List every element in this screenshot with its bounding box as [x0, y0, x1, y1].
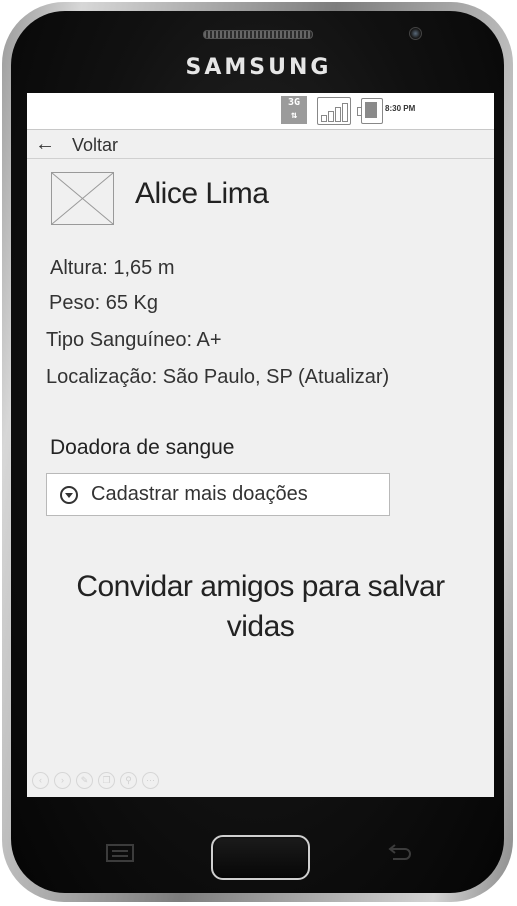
avatar	[51, 172, 114, 225]
register-donations-label: Cadastrar mais doações	[91, 483, 308, 505]
dropdown-circle-icon	[60, 486, 78, 504]
status-bar: 3G ⇅ 8:30 PM	[27, 93, 494, 130]
more-icon[interactable]: ⋯	[142, 772, 159, 789]
back-icon[interactable]: ‹	[32, 772, 49, 789]
screen: 3G ⇅ 8:30 PM ← Voltar Alice Lima Altura:…	[27, 93, 494, 797]
image-placeholder-icon	[52, 173, 113, 224]
donor-title: Doadora de sangue	[50, 436, 235, 459]
status-time: 8:30 PM	[385, 104, 416, 113]
menu-key-icon[interactable]	[106, 844, 134, 862]
location-info[interactable]: Localização: São Paulo, SP (Atualizar)	[46, 366, 389, 389]
network-3g-icon: 3G ⇅	[281, 96, 307, 124]
back-navigation[interactable]: ← Voltar	[27, 130, 494, 159]
back-link[interactable]: Voltar	[72, 135, 118, 156]
brand-logo: SAMSUNG	[185, 55, 332, 80]
zoom-icon[interactable]: ⚲	[120, 772, 137, 789]
copy-icon[interactable]: ❐	[98, 772, 115, 789]
front-camera	[409, 27, 422, 40]
back-key-icon[interactable]	[387, 843, 413, 865]
register-donations-button[interactable]: Cadastrar mais doações	[46, 473, 390, 516]
home-button[interactable]	[211, 835, 310, 880]
invite-friends-link[interactable]: Convidar amigos para salvar vidas	[47, 567, 474, 647]
profile-name: Alice Lima	[135, 177, 269, 210]
speaker-grille	[203, 30, 313, 39]
edit-icon[interactable]: ✎	[76, 772, 93, 789]
back-arrow-icon[interactable]: ←	[35, 132, 55, 156]
battery-icon	[357, 98, 383, 124]
weight-info: Peso: 65 Kg	[49, 292, 158, 314]
height-info: Altura: 1,65 m	[50, 257, 175, 279]
blood-type-info: Tipo Sanguíneo: A+	[46, 329, 222, 351]
forward-icon[interactable]: ›	[54, 772, 71, 789]
signal-icon	[317, 97, 351, 125]
